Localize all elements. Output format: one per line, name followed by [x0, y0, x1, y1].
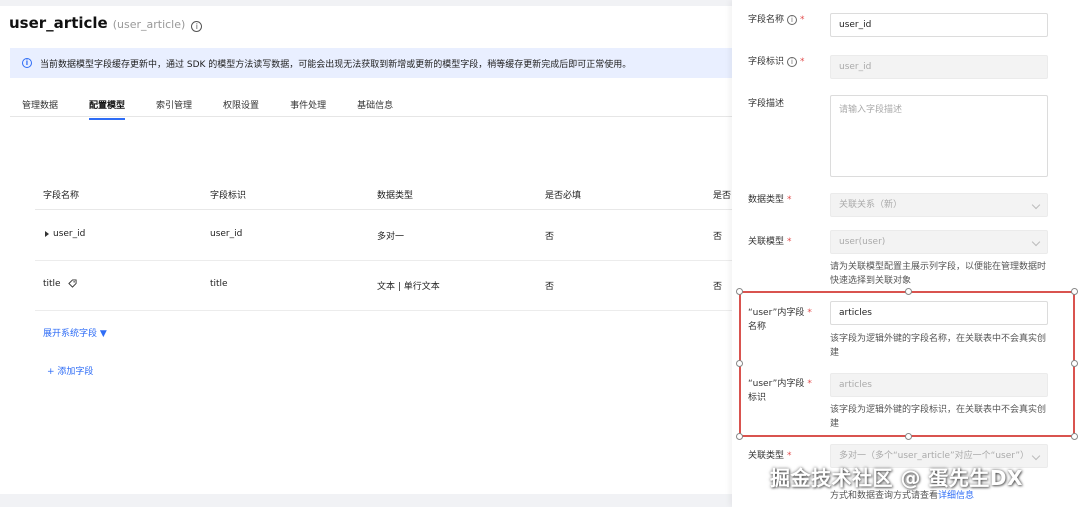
- row-key: user_id: [210, 229, 243, 239]
- relation-help-text: 方式和数据查询方式请查看: [830, 491, 939, 501]
- notice-text: 当前数据模型字段缓存更新中，通过 SDK 的模型方法读写数据，可能会出现无法获取…: [40, 59, 632, 70]
- page-subtitle: (user_article): [112, 18, 186, 31]
- row-key: title: [210, 279, 228, 289]
- related-model-label-text: 关联模型: [748, 237, 785, 247]
- row-name-cell[interactable]: user_id: [45, 229, 85, 239]
- add-field-button[interactable]: + 添加字段: [47, 364, 93, 377]
- column-header-type: 数据类型: [377, 191, 414, 201]
- related-model-help: 请为关联模型配置主展示列字段，以便能在管理数据时快速选择到关联对象: [830, 262, 1047, 286]
- page-title: user_article: [9, 14, 108, 32]
- relation-help: 方式和数据查询方式请查看详细信息: [830, 489, 1050, 503]
- row-extra: 否: [713, 282, 723, 292]
- help-icon[interactable]: i: [787, 56, 798, 67]
- field-name-label-text: 字段名称: [748, 15, 785, 25]
- chevron-down-icon: [1031, 200, 1041, 210]
- row-type: 文本 | 单行文本: [377, 282, 440, 292]
- column-header-extra: 是否: [713, 191, 732, 201]
- data-type-label: 数据类型 *: [748, 193, 792, 207]
- relation-type-label: 关联类型 *: [748, 449, 792, 463]
- data-type-value: 关联关系（新）: [839, 200, 903, 210]
- resize-handle: [1071, 360, 1078, 367]
- required-mark: *: [800, 57, 805, 67]
- resize-handle: [736, 360, 743, 367]
- row-required: 否: [545, 282, 555, 292]
- chevron-down-icon: [1031, 451, 1041, 461]
- tab-config-model[interactable]: 配置模型: [89, 98, 126, 120]
- tag-icon: [68, 279, 78, 288]
- main-panel: user_article (user_article) i i 当前数据模型字段…: [0, 0, 732, 507]
- resize-handle: [736, 433, 743, 440]
- page-title-row: user_article (user_article) i: [9, 14, 203, 32]
- tab-divider: [10, 116, 732, 117]
- required-mark: *: [787, 237, 792, 247]
- related-model-value: user(user): [839, 237, 886, 247]
- column-header-name: 字段名称: [43, 191, 80, 201]
- field-name-input[interactable]: user_id: [830, 13, 1048, 37]
- related-model-select: user(user): [830, 230, 1048, 254]
- table-header: 字段名称 字段标识 数据类型 是否必填 是否: [35, 178, 732, 210]
- row-extra: 否: [713, 232, 723, 242]
- required-mark: *: [787, 195, 792, 205]
- row-required: 否: [545, 232, 555, 242]
- resize-handle: [905, 433, 912, 440]
- tab-manage-data[interactable]: 管理数据: [22, 98, 58, 116]
- resize-handle: [905, 288, 912, 295]
- top-strip: [0, 0, 732, 6]
- data-type-select: 关联关系（新）: [830, 193, 1048, 217]
- chevron-down-icon: [1031, 237, 1041, 247]
- row-name-cell: title: [43, 279, 78, 289]
- column-header-key: 字段标识: [210, 191, 247, 201]
- required-mark: *: [787, 451, 792, 461]
- details-link[interactable]: 详细信息: [938, 491, 974, 501]
- resize-handle: [1071, 288, 1078, 295]
- field-desc-textarea[interactable]: 请输入字段描述: [830, 95, 1048, 177]
- row-type: 多对一: [377, 232, 405, 242]
- relation-type-value: 多对一（多个“user_article”对应一个“user”）: [839, 451, 1030, 461]
- tab-index[interactable]: 索引管理: [156, 98, 192, 116]
- tab-permission[interactable]: 权限设置: [223, 98, 259, 116]
- row-name: user_id: [53, 229, 86, 239]
- resize-handle: [1071, 433, 1078, 440]
- info-icon: i: [22, 58, 32, 68]
- field-key-label: 字段标识 i *: [748, 55, 805, 69]
- tab-events[interactable]: 事件处理: [290, 98, 326, 116]
- expand-caret-icon[interactable]: [45, 230, 49, 237]
- help-icon[interactable]: i: [787, 14, 798, 25]
- tab-basic-info[interactable]: 基础信息: [357, 98, 393, 116]
- field-desc-label: 字段描述: [748, 99, 785, 109]
- info-icon[interactable]: i: [191, 21, 203, 32]
- tab-bar: 管理数据 配置模型 索引管理 权限设置 事件处理 基础信息: [22, 98, 424, 120]
- row-name: title: [43, 279, 61, 289]
- table-row[interactable]: user_id user_id 多对一 否 否: [35, 211, 732, 261]
- bottom-strip: [0, 494, 732, 507]
- related-model-label: 关联模型 *: [748, 235, 792, 249]
- field-name-label: 字段名称 i *: [748, 13, 805, 27]
- relation-type-label-text: 关联类型: [748, 451, 785, 461]
- required-mark: *: [800, 15, 805, 25]
- resize-handle: [736, 288, 743, 295]
- data-type-label-text: 数据类型: [748, 195, 785, 205]
- field-key-input: user_id: [830, 55, 1048, 79]
- column-header-required: 是否必填: [545, 191, 582, 201]
- highlight-annotation-box: [736, 288, 1078, 440]
- watermark: 掘金技术社区 @ 蛋先生DX: [770, 466, 1023, 490]
- expand-system-fields-link[interactable]: 展开系统字段 ▼: [43, 326, 107, 339]
- table-row[interactable]: title title 文本 | 单行文本 否 否: [35, 261, 732, 311]
- field-key-label-text: 字段标识: [748, 57, 785, 67]
- cache-notice-banner: i 当前数据模型字段缓存更新中，通过 SDK 的模型方法读写数据，可能会出现无法…: [10, 48, 732, 78]
